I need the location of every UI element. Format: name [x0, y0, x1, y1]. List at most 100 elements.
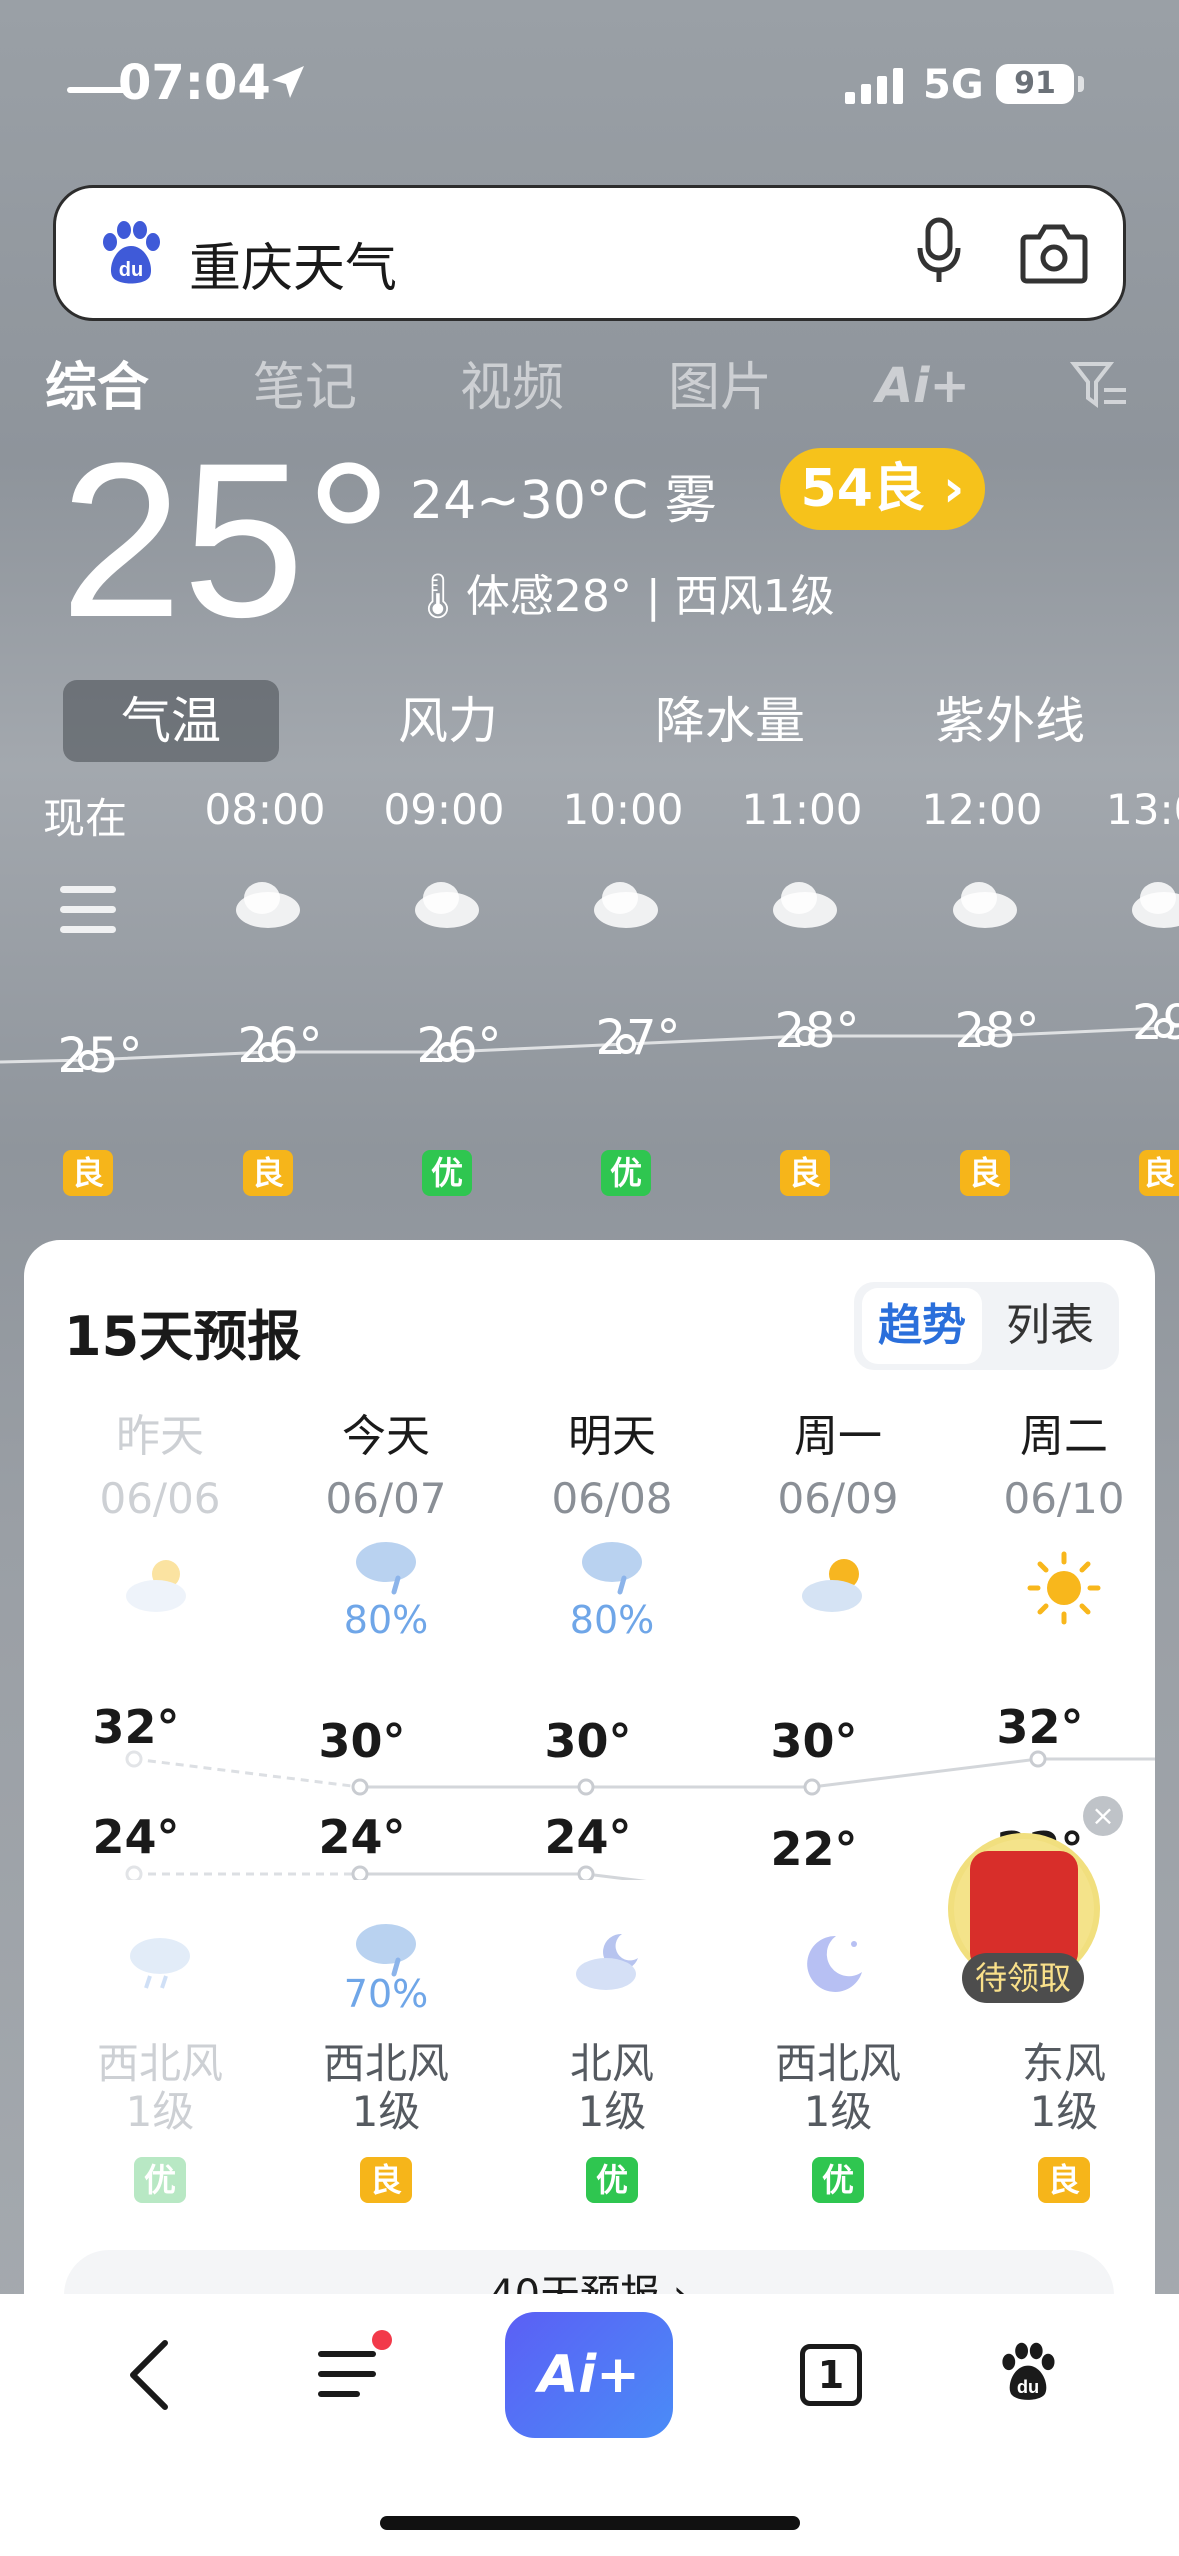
day-date: 06/08: [551, 1474, 673, 1523]
microphone-icon[interactable]: [914, 216, 964, 286]
metric-tab-uv[interactable]: 紫外线: [900, 680, 1120, 762]
cloudy-icon: [415, 882, 479, 928]
precip-chance: 80%: [569, 1598, 655, 1642]
search-input[interactable]: 重庆天气: [189, 226, 397, 301]
day-low-temp: 24°: [318, 1810, 406, 1864]
high-temp-point: [125, 1750, 143, 1768]
partly-cloudy-icon: [126, 1560, 186, 1612]
feels-like: 体感28°: [465, 571, 632, 622]
rain-cloud-icon: [356, 1924, 416, 1977]
day-name: 昨天: [116, 1411, 204, 1462]
wind-direction: 东风 1级: [954, 2040, 1174, 2136]
day-date: 06/09: [777, 1474, 899, 1523]
svg-text:du: du: [1017, 2376, 1039, 2397]
aqi-pill[interactable]: 54良 ›: [780, 448, 985, 530]
tab-ai[interactable]: Ai+: [876, 358, 970, 414]
wind-level-text: 1级: [351, 2087, 421, 2136]
day-date: 06/07: [325, 1474, 447, 1523]
low-temp-point: [577, 1865, 595, 1880]
back-icon[interactable]: [123, 2337, 173, 2413]
hour-label: 13:0: [1106, 785, 1179, 834]
wind-level-text: 1级: [125, 2087, 195, 2136]
location-arrow-icon: [272, 66, 304, 98]
metric-tab-wind[interactable]: 风力: [360, 680, 536, 762]
hour-aqi-badge: 良: [780, 1150, 830, 1196]
hour-temp: 26°: [416, 1018, 502, 1074]
cloudy-night-icon: [576, 1933, 638, 1990]
day-high-temp: 32°: [92, 1700, 180, 1754]
ai-assistant-button[interactable]: Ai+: [505, 2312, 673, 2438]
day-column[interactable]: 明天 06/08: [502, 1400, 722, 1523]
separator: |: [631, 571, 675, 622]
day-high-temp: 32°: [996, 1700, 1084, 1754]
hour-aqi-badge: 良: [243, 1150, 293, 1196]
hour-aqi-badge: 优: [601, 1150, 651, 1196]
hour-temp: 28°: [774, 1003, 860, 1059]
toggle-trend[interactable]: 趋势: [862, 1288, 982, 1364]
day-low-temp: 22°: [770, 1822, 858, 1876]
tabs-count-button[interactable]: 1: [800, 2344, 862, 2406]
forecast-title: 15天预报: [64, 1305, 302, 1368]
tab-comprehensive[interactable]: 综合: [45, 345, 149, 420]
view-toggle: 趋势 列表: [854, 1282, 1119, 1370]
wind-level-text: 1级: [1029, 2087, 1099, 2136]
high-temp-point: [351, 1778, 369, 1796]
current-temperature: 25°: [60, 417, 393, 663]
cloudy-icon: [953, 882, 1017, 928]
low-temp-point: [125, 1865, 143, 1880]
metric-tabs: 气温 风力 降水量 紫外线: [0, 680, 1179, 765]
cloudy-icon: [236, 882, 300, 928]
wind-dir-text: 北风: [569, 2039, 654, 2088]
day-high-temp: 30°: [544, 1714, 632, 1768]
day-column[interactable]: 周一 06/09: [728, 1400, 948, 1523]
network-type: 5G: [923, 62, 984, 108]
feels-like-row: 🌡体感28° | 西风1级: [410, 560, 835, 624]
hour-temp: 26°: [237, 1018, 323, 1074]
hour-temp: 25°: [57, 1028, 143, 1084]
day-name: 明天: [568, 1411, 656, 1462]
active-tab-underline: [67, 87, 127, 93]
hour-aqi-badge: 良: [1139, 1150, 1179, 1196]
hour-label: 现在: [42, 794, 127, 843]
toggle-list[interactable]: 列表: [990, 1288, 1110, 1364]
menu-icon[interactable]: [317, 2344, 377, 2404]
precip-chance: 80%: [343, 1598, 429, 1642]
baidu-logo-icon: du: [103, 221, 160, 284]
day-high-temp: 30°: [770, 1714, 858, 1768]
wind-dir-text: 西北风: [96, 2039, 223, 2088]
day-date: 06/06: [99, 1474, 221, 1523]
hour-aqi-badge: 良: [63, 1150, 113, 1196]
notification-dot: [372, 2330, 392, 2350]
red-packet-label[interactable]: 待领取: [962, 1953, 1084, 2003]
baidu-paw-icon[interactable]: du: [996, 2340, 1060, 2404]
wind-current: 西风1级: [674, 571, 835, 622]
day-aqi-badge: 优: [586, 2157, 638, 2203]
hour-temp: 27°: [595, 1010, 681, 1066]
tab-notes[interactable]: 笔记: [253, 345, 357, 420]
metric-tab-temperature[interactable]: 气温: [63, 680, 279, 762]
day-low-temp: 24°: [544, 1810, 632, 1864]
day-name: 今天: [342, 1411, 430, 1462]
hour-temp: 29: [1132, 995, 1179, 1051]
bottom-nav: Ai+ 1 du: [0, 2294, 1179, 2556]
battery-icon: 91: [996, 64, 1074, 104]
tab-images[interactable]: 图片: [668, 345, 772, 420]
day-column[interactable]: 今天 06/07: [276, 1400, 496, 1523]
day-column[interactable]: 周二 06/10: [954, 1400, 1174, 1523]
hour-aqi-badge: 良: [960, 1150, 1010, 1196]
battery-cap: [1078, 76, 1084, 92]
tab-videos[interactable]: 视频: [460, 345, 564, 420]
metric-tab-precipitation[interactable]: 降水量: [620, 680, 840, 762]
close-icon[interactable]: ×: [1083, 1796, 1123, 1836]
filter-icon[interactable]: [1070, 360, 1130, 410]
wind-direction: 西北风 1级: [728, 2040, 948, 2136]
hour-label: 11:00: [741, 785, 863, 834]
camera-icon[interactable]: [1019, 221, 1089, 285]
day-column[interactable]: 昨天 06/06: [50, 1400, 270, 1523]
low-temp-point: [351, 1865, 369, 1880]
day-aqi-badge: 良: [360, 2157, 412, 2203]
thermometer-icon: 🌡: [410, 571, 466, 622]
wind-direction: 北风 1级: [502, 2040, 722, 2136]
search-box[interactable]: du 重庆天气: [53, 185, 1126, 321]
wind-level-text: 1级: [577, 2087, 647, 2136]
